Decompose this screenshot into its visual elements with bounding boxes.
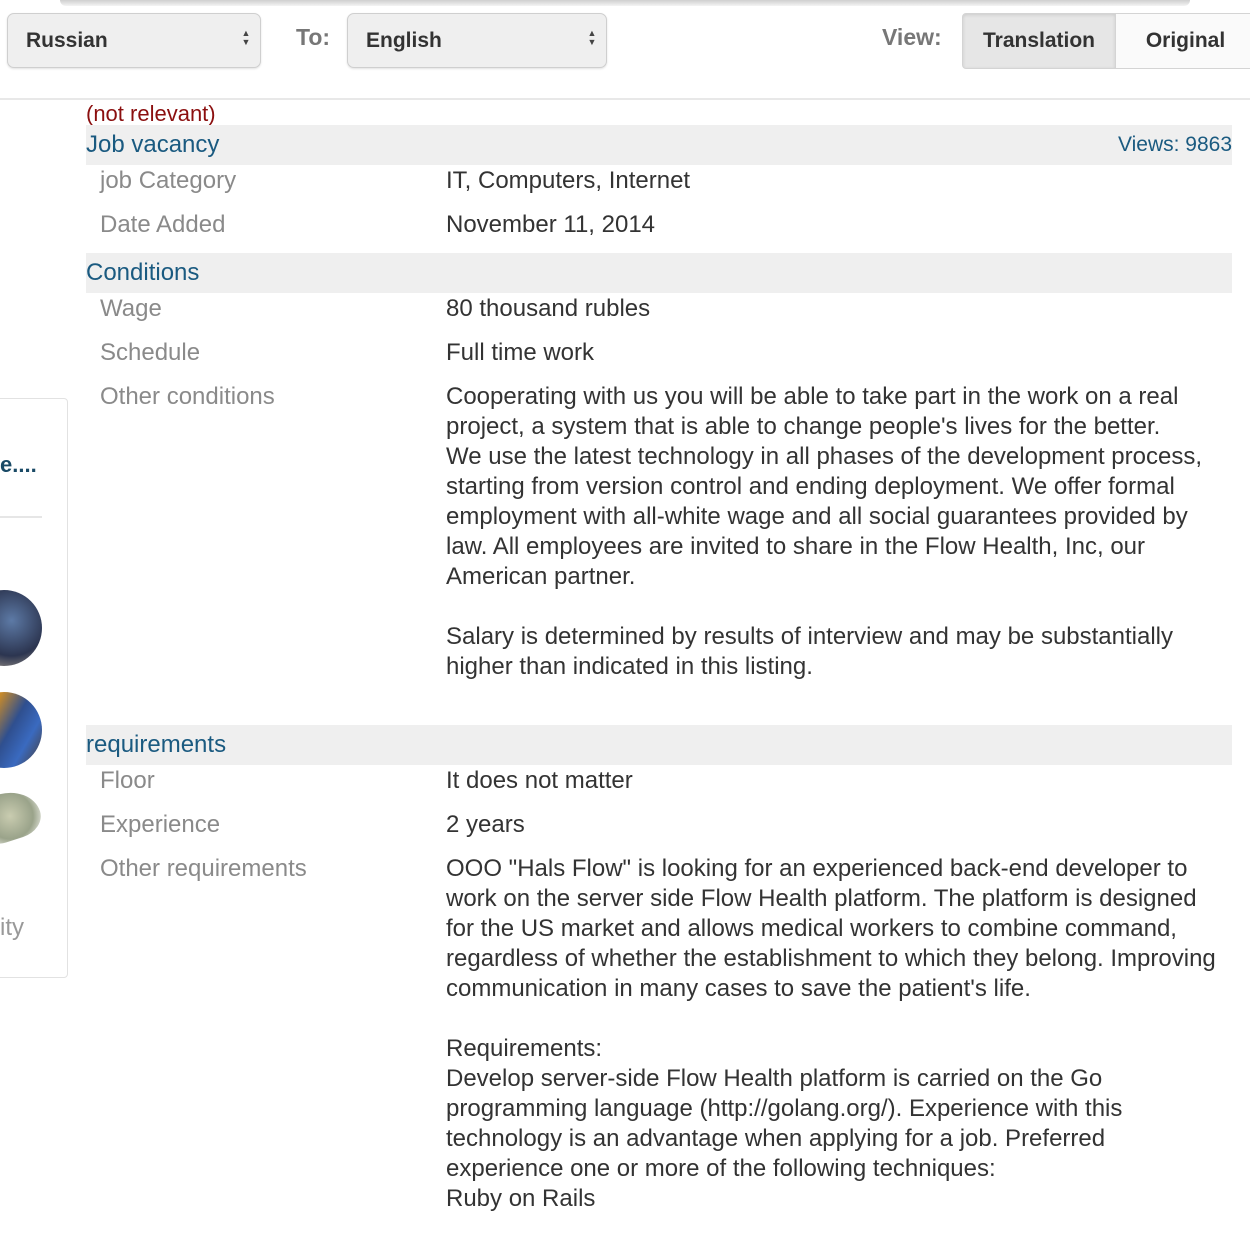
view-original-label: Original <box>1145 29 1226 52</box>
row-value: November 11, 2014 <box>446 211 656 238</box>
row-value: It does not matter <box>446 767 633 794</box>
row-label: Wage <box>100 295 162 322</box>
sidebar-title-link[interactable]: e.... <box>0 452 37 478</box>
section-conditions: Conditions <box>86 253 1232 293</box>
section-title: requirements <box>86 731 227 758</box>
sidebar-panel <box>0 398 68 978</box>
target-language-value: English <box>366 28 442 52</box>
sidebar-bottom-link[interactable]: ity <box>0 914 24 942</box>
section-title: Conditions <box>86 259 200 286</box>
view-label: View: <box>882 24 942 50</box>
row-label: Experience <box>100 811 221 838</box>
view-translation-label: Translation <box>982 29 1096 52</box>
row-value: OOO "Hals Flow" is looking for an experi… <box>446 855 1216 1212</box>
view-translation-button[interactable]: Translation <box>962 13 1116 69</box>
source-language-select[interactable]: Russian ▲ ▼ <box>7 13 261 68</box>
row-value: IT, Computers, Internet <box>446 167 691 194</box>
section-job-vacancy: Job vacancy Views: 9863 <box>86 125 1232 165</box>
to-label: To: <box>296 24 331 50</box>
row-label: Schedule <box>100 339 201 366</box>
row-value: Cooperating with us you will be able to … <box>446 383 1203 680</box>
row-label: job Category <box>100 167 237 194</box>
section-requirements: requirements <box>86 725 1232 765</box>
row-label: Date Added <box>100 211 226 238</box>
select-arrows-icon: ▲ ▼ <box>587 28 597 47</box>
sidebar-divider <box>0 516 42 518</box>
row-value: Full time work <box>446 339 595 366</box>
row-label: Other requirements <box>100 855 307 882</box>
row-value: 80 thousand rubles <box>446 295 651 322</box>
select-arrows-icon: ▲ ▼ <box>241 28 251 47</box>
translation-toolbar: Russian ▲ ▼ To: English ▲ ▼ View: Translat… <box>0 0 1250 100</box>
views-count: Views: 9863 <box>1117 133 1232 156</box>
target-language-select[interactable]: English ▲ ▼ <box>347 13 607 68</box>
row-label: Other conditions <box>100 383 275 410</box>
section-title: Job vacancy <box>86 131 220 158</box>
view-original-button[interactable]: Original <box>1116 13 1250 69</box>
status-note: (not relevant) <box>86 101 216 126</box>
row-value: 2 years <box>446 811 525 838</box>
row-label: Floor <box>100 767 155 794</box>
source-language-value: Russian <box>26 28 108 52</box>
